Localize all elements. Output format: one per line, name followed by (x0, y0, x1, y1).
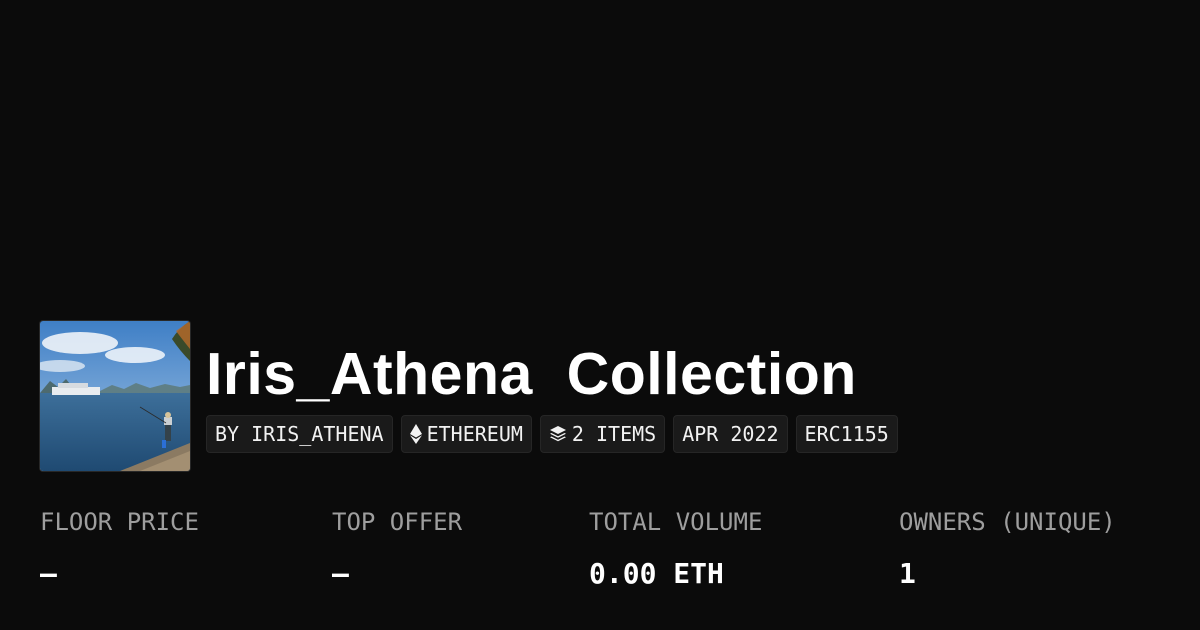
stat-floor-price: FLOOR PRICE — (40, 505, 199, 594)
date-badge-label: APR 2022 (682, 422, 779, 446)
stat-top-offer: TOP OFFER — (332, 505, 462, 594)
items-badge: 2 ITEMS (539, 415, 666, 453)
stat-value: 1 (899, 557, 916, 590)
date-badge: APR 2022 (673, 415, 788, 453)
stat-label: TOTAL VOLUME (589, 508, 763, 536)
standard-badge-label: ERC1155 (804, 422, 889, 446)
stat-owners: OWNERS (UNIQUE) 1 (899, 505, 1116, 594)
stat-value: 0.00 ETH (589, 557, 724, 590)
creator-badge[interactable]: BY IRIS_ATHENA (206, 415, 393, 453)
layers-icon (549, 425, 567, 443)
stat-value: — (40, 557, 57, 590)
stat-value: — (332, 557, 349, 590)
stat-total-volume: TOTAL VOLUME 0.00 ETH (589, 505, 762, 594)
creator-badge-label: BY IRIS_ATHENA (215, 422, 384, 446)
stat-label: FLOOR PRICE (40, 508, 199, 536)
standard-badge: ERC1155 (795, 415, 898, 453)
collection-badges: BY IRIS_ATHENA ETHEREUM 2 ITEMS APR 2022… (206, 415, 898, 455)
collection-title: Iris_Athena Collection (206, 341, 857, 407)
chain-badge: ETHEREUM (400, 415, 532, 453)
stat-label: TOP OFFER (332, 508, 463, 536)
stat-label: OWNERS (UNIQUE) (899, 508, 1116, 536)
ethereum-icon (409, 424, 422, 444)
chain-badge-label: ETHEREUM (426, 422, 523, 446)
items-badge-label: 2 ITEMS (571, 422, 657, 446)
collection-image (40, 321, 190, 471)
